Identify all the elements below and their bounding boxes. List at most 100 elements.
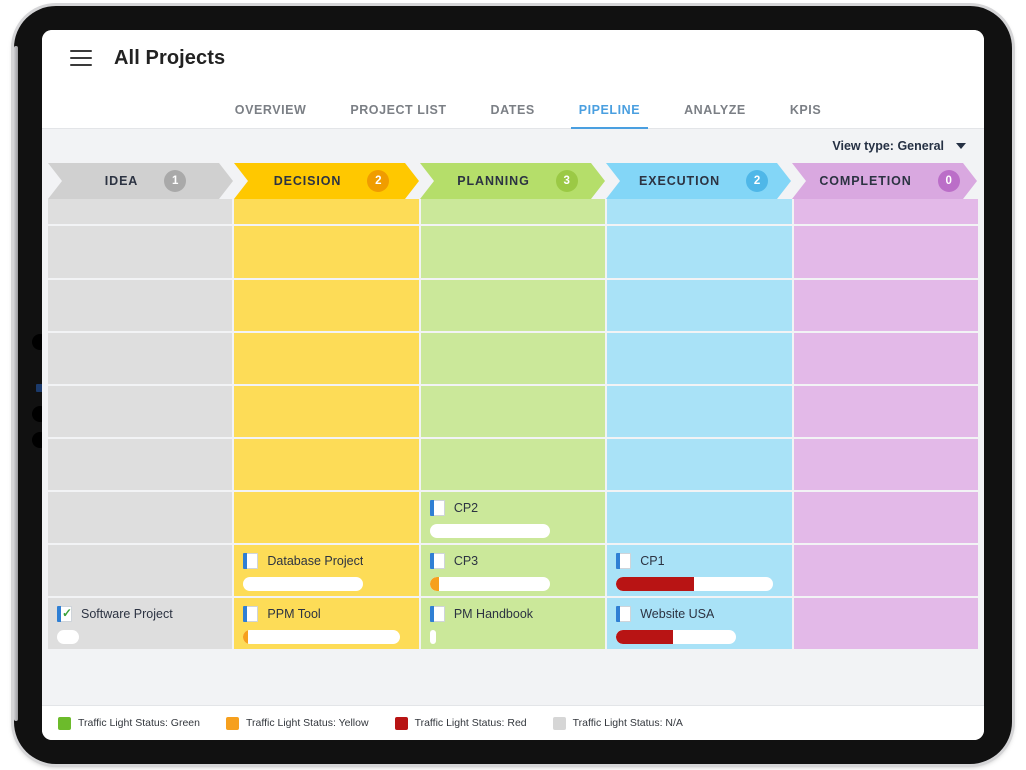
project-progress-fill xyxy=(243,630,249,644)
stage-name-label: COMPLETION xyxy=(819,174,912,188)
empty-lane xyxy=(607,333,792,384)
stage-count-badge: 1 xyxy=(164,170,187,192)
stage-header-execution[interactable]: EXECUTION 2 xyxy=(606,163,791,199)
project-progress-fill xyxy=(429,577,440,591)
project-card[interactable]: CP1 xyxy=(607,545,792,596)
bezel-edge-highlight xyxy=(14,46,18,721)
legend-item: Traffic Light Status: Yellow xyxy=(225,716,369,730)
stage-header-planning[interactable]: PLANNING 3 xyxy=(420,163,605,199)
project-progress-bar xyxy=(616,630,737,644)
traffic-light-legend: Traffic Light Status: Green Traffic Light… xyxy=(42,705,984,740)
project-card[interactable]: PM Handbook xyxy=(420,598,606,649)
stage-header-content: DECISION 2 xyxy=(234,170,419,192)
empty-lane xyxy=(420,386,606,437)
stage-name-label: PLANNING xyxy=(457,174,530,188)
stage-header-content: EXECUTION 2 xyxy=(606,170,791,192)
tab-kpis[interactable]: KPIS xyxy=(768,103,843,128)
project-card[interactable]: PPM Tool xyxy=(234,598,419,649)
stage-header-idea[interactable]: IDEA 1 xyxy=(48,163,233,199)
empty-lane xyxy=(793,280,978,331)
tablet-frame: All Projects OVERVIEW PROJECT LIST DATES PI… xyxy=(14,6,1012,764)
project-progress-bar xyxy=(243,630,400,644)
stage-header-decision[interactable]: DECISION 2 xyxy=(234,163,419,199)
view-type-label: View type: General xyxy=(832,139,944,153)
project-card-header: Website USA xyxy=(616,606,782,622)
project-card-title: Website USA xyxy=(640,607,715,621)
empty-lane xyxy=(420,280,606,331)
empty-lane xyxy=(420,333,606,384)
project-card[interactable]: CP2 xyxy=(420,492,606,543)
project-progress-bar xyxy=(429,577,550,591)
project-progress-bar xyxy=(429,524,550,538)
hamburger-menu-icon[interactable] xyxy=(70,50,92,66)
project-card-title: CP1 xyxy=(640,554,665,568)
page-title: All Projects xyxy=(114,46,226,69)
stage-name-label: IDEA xyxy=(104,174,139,188)
project-card-title: CP2 xyxy=(453,501,479,515)
empty-lane xyxy=(793,386,978,437)
empty-lane xyxy=(420,226,606,278)
project-card-title: PM Handbook xyxy=(453,607,534,621)
empty-lane xyxy=(48,492,233,543)
document-icon xyxy=(616,606,632,622)
tab-overview[interactable]: OVERVIEW xyxy=(213,103,329,128)
stage-header-completion[interactable]: COMPLETION 0 xyxy=(792,163,977,199)
empty-lane xyxy=(48,439,233,490)
project-progress-bar xyxy=(243,577,364,591)
empty-lane xyxy=(607,280,792,331)
legend-label: Traffic Light Status: Yellow xyxy=(245,717,369,729)
project-progress-bar xyxy=(616,577,773,591)
stage-name-label: EXECUTION xyxy=(638,174,721,188)
project-card[interactable]: Database Project xyxy=(234,545,419,596)
view-toolbar: View type: General xyxy=(42,129,984,163)
empty-lane xyxy=(234,492,419,543)
project-card[interactable]: ✓ Software Project xyxy=(48,598,233,649)
empty-lane xyxy=(234,199,419,224)
empty-lane xyxy=(793,333,978,384)
view-type-dropdown[interactable]: View type: General xyxy=(832,139,966,153)
empty-lane xyxy=(793,545,978,596)
tab-project-list[interactable]: PROJECT LIST xyxy=(328,103,468,128)
document-icon xyxy=(243,553,259,569)
legend-color-swatch xyxy=(552,716,566,730)
pipeline-stage-columns: ✓ Software Project Database Project PPM Too… xyxy=(48,199,978,705)
stage-column-completion xyxy=(793,199,978,705)
legend-color-swatch xyxy=(58,716,71,730)
legend-label: Traffic Light Status: Red xyxy=(414,717,527,729)
tab-dates[interactable]: DATES xyxy=(469,103,557,128)
empty-lane xyxy=(48,545,233,596)
document-icon xyxy=(429,553,445,569)
project-progress-fill xyxy=(616,630,673,644)
stage-count-badge: 0 xyxy=(937,170,960,192)
pipeline-stage-headers: IDEA 1 DECISION 2 PLANNING 3 EXECUTION 2 COMPLET… xyxy=(48,163,978,199)
empty-lane xyxy=(234,386,419,437)
empty-lane xyxy=(607,439,792,490)
empty-lane xyxy=(793,492,978,543)
project-card-title: PPM Tool xyxy=(267,607,321,621)
project-progress-bar xyxy=(57,630,79,644)
empty-lane xyxy=(48,199,233,224)
tab-analyze[interactable]: ANALYZE xyxy=(662,103,768,128)
stage-count-badge: 2 xyxy=(367,170,390,192)
document-icon xyxy=(243,606,259,622)
tab-pipeline[interactable]: PIPELINE xyxy=(557,103,662,129)
project-card-header: CP3 xyxy=(429,553,596,569)
stage-header-content: IDEA 1 xyxy=(48,170,233,192)
empty-lane xyxy=(234,280,419,331)
project-card[interactable]: CP3 xyxy=(420,545,606,596)
project-card-title: Software Project xyxy=(81,607,173,621)
empty-lane xyxy=(420,439,606,490)
empty-lane xyxy=(234,439,419,490)
stage-column-decision: Database Project PPM Tool xyxy=(234,199,419,705)
project-card[interactable]: Website USA xyxy=(607,598,792,649)
empty-lane xyxy=(607,492,792,543)
empty-lane xyxy=(234,333,419,384)
document-icon xyxy=(616,553,632,569)
legend-item: Traffic Light Status: Green xyxy=(58,716,200,730)
pipeline-board: IDEA 1 DECISION 2 PLANNING 3 EXECUTION 2 COMPLET… xyxy=(42,163,984,705)
empty-lane xyxy=(793,226,978,278)
project-card-header: PM Handbook xyxy=(429,606,596,622)
legend-label: Traffic Light Status: Green xyxy=(78,717,200,729)
document-check-icon: ✓ xyxy=(57,606,72,622)
stage-name-label: DECISION xyxy=(273,174,342,188)
